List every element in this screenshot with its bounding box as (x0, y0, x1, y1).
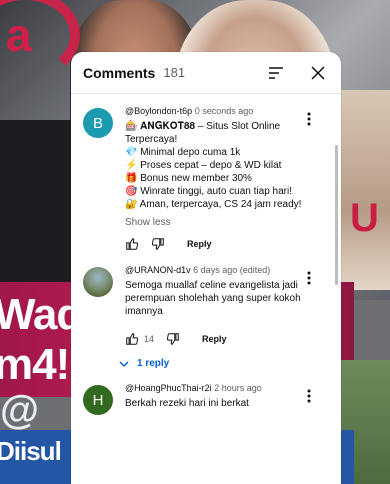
comment-item: B @Boylondon-t6p 0 seconds ago 🎰 𝐀𝐍𝐆𝐊𝐎𝐓𝟖… (71, 106, 341, 251)
red-logo-letter: a (6, 9, 32, 61)
dislike-button[interactable] (166, 332, 180, 346)
comment-time: 2 hours ago (214, 383, 262, 393)
comment-line: ⚡ Proses cepat – depo & WD kilat (125, 160, 282, 171)
avatar-letter: H (92, 391, 104, 409)
comment-text: Semoga muallaf celine evangelista jadi p… (125, 280, 301, 317)
thumbs-down-icon (151, 238, 164, 250)
avatar[interactable]: H (83, 385, 113, 415)
comment-meta: @HoangPhucThai-r2i 2 hours ago (125, 383, 305, 393)
comment-item: H @HoangPhucThai-r2i 2 hours ago Berkah … (71, 383, 341, 415)
comment-author[interactable]: @Boylondon-t6p (125, 106, 192, 116)
thumbs-up-icon (126, 238, 139, 250)
comments-header: Comments 181 (71, 52, 341, 94)
avatar[interactable]: B (83, 108, 113, 138)
show-less-link[interactable]: Show less (125, 217, 305, 228)
thumbs-down-icon (166, 333, 179, 345)
banner-text-line3: Diisul (0, 436, 62, 466)
comment-line: 🎰 𝐀𝐍𝐆𝐊𝐎𝐓𝟖𝟖 – Situs Slot Online Terpercay… (125, 121, 281, 145)
comment-author[interactable]: @HoangPhucThai-r2i (125, 383, 212, 393)
chevron-down-icon (119, 360, 129, 367)
red-logo-letter-right: U (350, 196, 379, 240)
thumbs-up-icon (126, 333, 139, 345)
reply-button[interactable]: Reply (202, 334, 227, 344)
sort-icon[interactable] (265, 62, 287, 84)
comment-actions: Reply (125, 237, 305, 251)
replies-count: 1 reply (137, 358, 170, 369)
comment-text: Berkah rezeki hari ini berkat (125, 398, 249, 409)
dislike-button[interactable] (151, 237, 165, 251)
more-options-icon[interactable] (301, 110, 317, 128)
avatar[interactable] (83, 267, 113, 297)
comments-panel: Comments 181 B @Boylondon-t6p 0 seconds … (71, 52, 341, 484)
like-button[interactable]: 14 (125, 332, 154, 346)
comment-text: 🎰 𝐀𝐍𝐆𝐊𝐎𝐓𝟖𝟖 – Situs Slot Online Terpercay… (125, 120, 305, 211)
comment-meta: @URANON-d1v 6 days ago (edited) (125, 265, 305, 275)
comments-count: 181 (163, 65, 186, 80)
comment-line: 🎁 Bonus new member 30% (125, 173, 252, 184)
avatar-letter: B (92, 114, 103, 132)
comment-item: @URANON-d1v 6 days ago (edited) Semoga m… (71, 265, 341, 369)
more-options-icon[interactable] (301, 269, 317, 287)
comment-line: 💎 Minimal depo cuma 1k (125, 147, 241, 158)
comment-time: 0 seconds ago (194, 106, 254, 116)
like-count: 14 (144, 334, 155, 344)
view-replies-button[interactable]: 1 reply (119, 358, 305, 369)
comment-meta: @Boylondon-t6p 0 seconds ago (125, 106, 305, 116)
more-options-icon[interactable] (301, 387, 317, 405)
reply-button[interactable]: Reply (187, 239, 212, 249)
close-icon[interactable] (307, 62, 329, 84)
comment-time: 6 days ago (edited) (193, 265, 271, 275)
comments-list[interactable]: B @Boylondon-t6p 0 seconds ago 🎰 𝐀𝐍𝐆𝐊𝐎𝐓𝟖… (71, 95, 341, 484)
comment-author[interactable]: @URANON-d1v (125, 265, 191, 275)
comment-line: 🔐 Aman, terpercaya, CS 24 jam ready! (125, 199, 302, 210)
comment-actions: 14 Reply (125, 332, 305, 346)
like-button[interactable] (125, 237, 139, 251)
comment-line: 🎯 Winrate tinggi, auto cuan tiap hari! (125, 186, 292, 197)
comments-title: Comments (83, 64, 156, 81)
